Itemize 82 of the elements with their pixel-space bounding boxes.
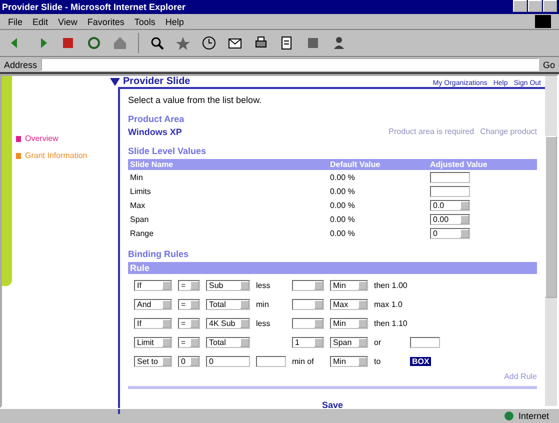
menu-item[interactable]: Edit: [32, 16, 48, 26]
dropdown[interactable]: Limit: [134, 336, 172, 348]
input-field[interactable]: [256, 356, 286, 366]
rule-text: to: [374, 356, 382, 366]
menu-item[interactable]: Help: [165, 16, 184, 26]
menu-item[interactable]: Favorites: [87, 16, 124, 26]
search-icon[interactable]: [149, 35, 165, 51]
dropdown[interactable]: Total: [206, 298, 250, 310]
square-icon[interactable]: [305, 35, 321, 51]
dropdown[interactable]: Sub: [206, 280, 250, 290]
address-field[interactable]: [41, 58, 539, 71]
table-cell-text: Range: [129, 228, 155, 240]
dropdown[interactable]: Min: [330, 280, 368, 290]
rule-text: min of: [292, 356, 315, 366]
dropdown[interactable]: =: [178, 280, 200, 290]
dropdown[interactable]: 0.00: [430, 214, 470, 224]
page-title: Provider Slide: [123, 76, 190, 87]
dropdown[interactable]: =: [178, 298, 200, 310]
dropdown[interactable]: =: [178, 318, 200, 328]
intro-text: Select a value from the list below.: [128, 95, 263, 105]
dropdown[interactable]: If: [134, 280, 172, 290]
refresh-icon[interactable]: [86, 35, 102, 51]
rule-text: min: [256, 300, 270, 308]
dropdown[interactable]: [292, 318, 324, 328]
table-cell-text: 0.00 %: [329, 200, 356, 212]
clock-icon[interactable]: [201, 35, 217, 51]
note-text: Product area is required: [388, 127, 474, 137]
dropdown[interactable]: Min: [330, 356, 368, 366]
menu-item[interactable]: View: [58, 16, 78, 26]
save-button[interactable]: Save: [322, 400, 344, 410]
table-cell-text: 0.00 %: [329, 214, 356, 226]
column-header: Adjusted Value: [428, 159, 537, 170]
rule-text: max 1.0: [374, 300, 404, 308]
rule-text: or: [374, 338, 382, 346]
scroll-thumb[interactable]: [545, 136, 557, 298]
rule-text: less: [256, 318, 272, 328]
dropdown[interactable]: 0.0: [430, 200, 470, 210]
column-header: Default Value: [328, 159, 428, 170]
table-cell-text: Span: [129, 214, 150, 226]
triangle-icon: [110, 78, 120, 86]
table-cell-text: 0.00 %: [329, 228, 356, 240]
star-icon[interactable]: [175, 35, 191, 51]
dropdown[interactable]: And: [134, 298, 172, 310]
address-label: Address: [4, 60, 38, 70]
dropdown[interactable]: Min: [330, 318, 368, 328]
table-cell-text: 0.00 %: [329, 172, 356, 184]
column-header: Slide Name: [128, 159, 328, 170]
go-button[interactable]: Go: [542, 60, 555, 70]
dropdown[interactable]: Set to: [134, 356, 172, 366]
dropdown[interactable]: 4K Sub: [206, 318, 250, 328]
dropdown[interactable]: 0: [178, 356, 200, 366]
dropdown[interactable]: 0: [430, 228, 470, 238]
dropdown[interactable]: If: [134, 318, 172, 328]
section-heading: Slide Level Values: [128, 146, 208, 156]
input-field[interactable]: [430, 186, 470, 196]
table-cell-text: Limits: [129, 186, 152, 198]
menu-item[interactable]: Tools: [134, 16, 156, 26]
dropdown[interactable]: =: [178, 336, 200, 348]
input-field[interactable]: [430, 172, 470, 182]
column-header: Rule: [128, 262, 537, 274]
person-icon[interactable]: [331, 35, 347, 51]
dropdown[interactable]: Span: [330, 336, 368, 348]
dropdown[interactable]: Total: [206, 336, 250, 348]
stop-icon[interactable]: [60, 35, 76, 51]
zone-text: Internet: [518, 411, 549, 421]
input-field[interactable]: [410, 336, 440, 348]
product-value: Windows XP: [128, 127, 182, 137]
rule-text: less: [256, 280, 272, 290]
section-heading: Binding Rules: [128, 249, 190, 259]
table-cell-text: Max: [129, 200, 146, 212]
section-heading: Product Area: [128, 114, 186, 124]
sidebar-link[interactable]: Overview: [25, 134, 58, 143]
dropdown[interactable]: Max: [330, 298, 368, 310]
input-field[interactable]: 0: [206, 356, 250, 366]
dropdown[interactable]: 1: [292, 336, 324, 348]
table-cell-text: 0.00 %: [329, 186, 356, 198]
dropdown[interactable]: [292, 298, 324, 310]
table-cell-text: Min: [129, 172, 144, 184]
window-title: Provider Slide - Microsoft Internet Explorer: [2, 2, 186, 12]
rule-badge: BOX: [410, 356, 432, 366]
dropdown[interactable]: [292, 280, 324, 290]
menu-item[interactable]: File: [8, 16, 23, 26]
